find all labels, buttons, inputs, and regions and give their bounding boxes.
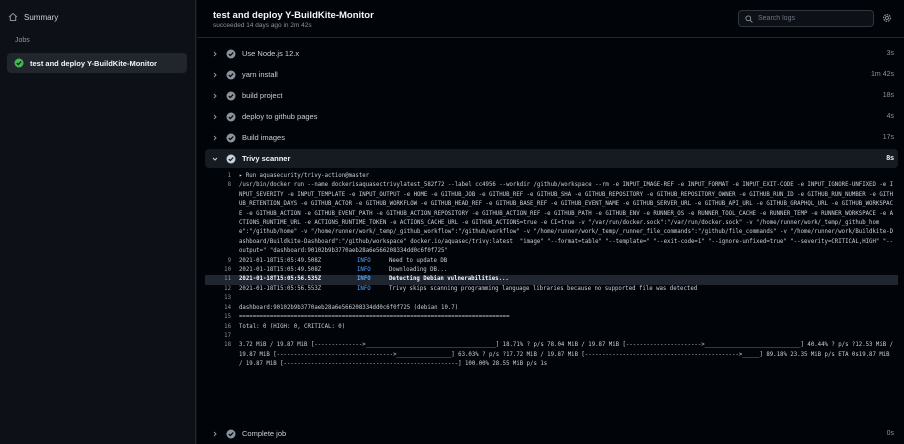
log-text: dashboard:90102b9b3770aeb28a6e566208334d… bbox=[239, 304, 459, 311]
chevron-down-icon bbox=[209, 153, 221, 165]
page-title: test and deploy Y-BuildKite-Monitor bbox=[213, 10, 374, 21]
check-circle-icon bbox=[14, 58, 24, 68]
step-duration: 3s bbox=[886, 50, 894, 57]
step-name: Build images bbox=[242, 133, 285, 142]
log-line[interactable]: 15 ======================================… bbox=[205, 313, 898, 322]
job-label: test and deploy Y-BuildKite-Monitor bbox=[30, 58, 157, 68]
log-line[interactable]: 1 ▸ Run aquasecurity/trivy-action@master bbox=[205, 172, 898, 181]
job-status-text: succeeded 14 days ago in 2m 42s bbox=[213, 22, 312, 29]
chevron-right-icon bbox=[209, 132, 221, 144]
step-duration: 0s bbox=[886, 430, 894, 437]
home-icon bbox=[8, 12, 18, 21]
step-duration: 18s bbox=[882, 92, 894, 99]
gear-icon[interactable] bbox=[881, 12, 893, 24]
step-name: Complete job bbox=[242, 429, 287, 438]
log-line[interactable]: 12 2021-01-18T15:05:56.553Z INFO Trivy skip… bbox=[205, 285, 898, 294]
log-text: /usr/bin/docker run --name dockerisaquas… bbox=[239, 182, 894, 255]
summary-label: Summary bbox=[24, 12, 59, 22]
chevron-right-icon bbox=[209, 428, 221, 440]
sidebar-job-item[interactable]: test and deploy Y-BuildKite-Monitor bbox=[7, 53, 187, 73]
search-logs-input[interactable] bbox=[758, 15, 868, 22]
step-complete-job[interactable]: Complete job 0s bbox=[205, 424, 898, 443]
step-name: deploy to github pages bbox=[242, 112, 318, 121]
log-line[interactable]: 8/usr/bin/docker run --name dockerisaqua… bbox=[205, 181, 898, 256]
check-circle-icon bbox=[226, 49, 236, 58]
chevron-right-icon bbox=[209, 90, 221, 102]
step-name: Use Node.js 12.x bbox=[242, 49, 300, 58]
log-text: ========================================… bbox=[239, 314, 510, 321]
step-build-images[interactable]: Build images 17s bbox=[205, 128, 898, 147]
step-name: build project bbox=[242, 91, 283, 100]
check-circle-icon bbox=[226, 112, 236, 121]
log-text: 3.72 MiB / 19.87 MiB [-------------->___… bbox=[239, 342, 897, 368]
log-line[interactable]: 14 dashboard:90102b9b3770aeb28a6e56620833… bbox=[205, 304, 898, 313]
jobs-heading: Jobs bbox=[15, 37, 30, 44]
search-box[interactable] bbox=[738, 10, 874, 27]
check-circle-icon bbox=[226, 429, 236, 438]
header-divider bbox=[197, 37, 904, 38]
chevron-right-icon bbox=[209, 69, 221, 81]
log-line[interactable]: 17 bbox=[205, 332, 898, 341]
step-duration: 1m 42s bbox=[871, 71, 894, 78]
log-text: Total: 0 (HIGH: 0, CRITICAL: 0) bbox=[239, 323, 346, 330]
summary-link[interactable]: Summary bbox=[8, 9, 58, 25]
job-log-panel: test and deploy Y-BuildKite-Monitor succ… bbox=[197, 0, 904, 444]
chevron-right-icon bbox=[209, 48, 221, 60]
step-use-node[interactable]: Use Node.js 12.x 3s bbox=[205, 44, 898, 63]
step-build-project[interactable]: build project 18s bbox=[205, 86, 898, 105]
step-trivy-scanner[interactable]: Trivy scanner 8s bbox=[205, 149, 898, 168]
step-yarn-install[interactable]: yarn install 1m 42s bbox=[205, 65, 898, 84]
step-deploy-github-pages[interactable]: deploy to github pages 4s bbox=[205, 107, 898, 126]
search-icon bbox=[745, 14, 753, 23]
log-line[interactable]: 16 Total: 0 (HIGH: 0, CRITICAL: 0) bbox=[205, 323, 898, 332]
check-circle-icon bbox=[226, 70, 236, 79]
log-line[interactable]: 10 2021-01-18T15:05:49.508Z INFO Downloadin… bbox=[205, 266, 898, 275]
step-duration: 17s bbox=[882, 134, 894, 141]
step-name: Trivy scanner bbox=[242, 154, 291, 163]
log-line[interactable]: 18 3.72 MiB / 19.87 MiB [-------------->_… bbox=[205, 341, 898, 369]
log-line[interactable]: 9 2021-01-18T15:05:49.508Z INFO Need to upd… bbox=[205, 257, 898, 266]
sidebar: Summary Jobs test and deploy Y-BuildKite… bbox=[0, 0, 196, 444]
log-text: ▸ Run aquasecurity/trivy-action@master bbox=[239, 173, 370, 179]
check-circle-icon bbox=[226, 91, 236, 100]
log-output: 1 ▸ Run aquasecurity/trivy-action@master … bbox=[205, 172, 898, 370]
log-line-highlighted[interactable]: 11 2021-01-18T15:05:56.535Z INFO Detecting … bbox=[205, 275, 898, 285]
chevron-right-icon bbox=[209, 111, 221, 123]
check-circle-icon bbox=[226, 133, 236, 142]
check-circle-icon bbox=[226, 154, 236, 163]
step-name: yarn install bbox=[242, 70, 278, 79]
step-duration: 4s bbox=[886, 113, 894, 120]
log-line[interactable]: 13 bbox=[205, 294, 898, 303]
step-duration: 8s bbox=[886, 155, 894, 162]
